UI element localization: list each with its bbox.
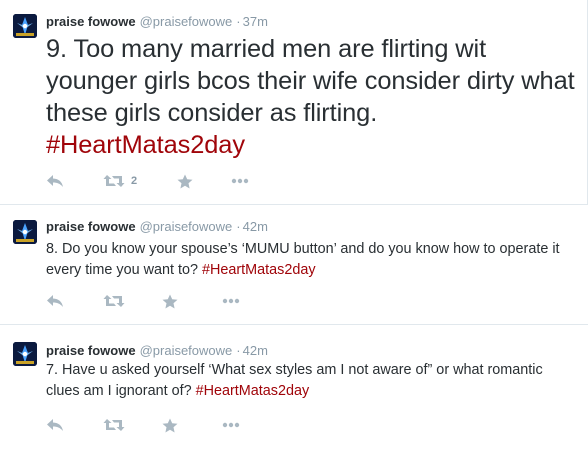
tweet[interactable]: praise fowowe @praisefowowe · 42m 7. Have u… — [0, 325, 588, 451]
tweet-header: praise fowowe @praisefowowe · 37m — [46, 14, 268, 29]
tweet-actions — [46, 415, 346, 435]
reply-icon — [47, 295, 63, 307]
tweet-actions: 2 — [46, 171, 346, 191]
separator: · — [236, 219, 241, 234]
tweet-body: 9. Too many married men are flirting wit… — [46, 35, 575, 127]
favorite-icon — [177, 174, 193, 188]
reply-button[interactable] — [46, 415, 64, 435]
reply-icon — [47, 175, 63, 187]
retweet-icon — [103, 419, 125, 431]
retweet-icon — [103, 175, 125, 187]
separator: · — [236, 14, 241, 29]
tweet-text: 8. Do you know your spouse’s ‘MUMU butto… — [46, 239, 576, 281]
retweet-button[interactable] — [103, 291, 125, 311]
user-handle[interactable]: @praisefowowe — [140, 219, 233, 234]
user-handle[interactable]: @praisefowowe — [140, 343, 233, 358]
retweet-button[interactable]: 2 — [103, 171, 137, 191]
avatar[interactable] — [13, 342, 37, 366]
more-button[interactable] — [222, 291, 240, 311]
tweet[interactable]: praise fowowe @praisefowowe · 37m 9. Too ma… — [0, 0, 588, 205]
tweet-timeline: praise fowowe @praisefowowe · 37m 9. Too ma… — [0, 0, 588, 451]
timestamp[interactable]: 42m — [243, 219, 268, 234]
user-name[interactable]: praise fowowe — [46, 219, 136, 234]
favorite-button[interactable] — [162, 415, 178, 435]
hashtag-link[interactable]: #HeartMatas2day — [46, 131, 245, 159]
tweet-header: praise fowowe @praisefowowe · 42m — [46, 219, 268, 234]
tweet[interactable]: praise fowowe @praisefowowe · 42m 8. Do you… — [0, 205, 588, 325]
user-name[interactable]: praise fowowe — [46, 343, 136, 358]
reply-icon — [47, 419, 63, 431]
more-icon — [222, 422, 240, 428]
favorite-icon — [162, 418, 178, 432]
more-icon — [222, 298, 240, 304]
tweet-text: 7. Have u asked yourself ‘What sex style… — [46, 360, 576, 402]
favorite-button[interactable] — [177, 171, 193, 191]
separator: · — [236, 343, 241, 358]
more-button[interactable] — [231, 171, 249, 191]
timestamp[interactable]: 37m — [243, 14, 268, 29]
favorite-icon — [162, 294, 178, 308]
retweet-icon — [103, 295, 125, 307]
reply-button[interactable] — [46, 171, 64, 191]
hashtag-link[interactable]: #HeartMatas2day — [202, 262, 316, 278]
tweet-actions — [46, 291, 346, 311]
more-icon — [231, 178, 249, 184]
reply-button[interactable] — [46, 291, 64, 311]
user-name[interactable]: praise fowowe — [46, 14, 136, 29]
avatar[interactable] — [13, 14, 37, 38]
user-handle[interactable]: @praisefowowe — [140, 14, 233, 29]
more-button[interactable] — [222, 415, 240, 435]
timestamp[interactable]: 42m — [243, 343, 268, 358]
favorite-button[interactable] — [162, 291, 178, 311]
hashtag-link[interactable]: #HeartMatas2day — [196, 383, 310, 399]
tweet-text: 9. Too many married men are flirting wit… — [46, 33, 576, 161]
avatar[interactable] — [13, 220, 37, 244]
retweet-button[interactable] — [103, 415, 125, 435]
tweet-header: praise fowowe @praisefowowe · 42m — [46, 343, 268, 358]
retweet-count: 2 — [131, 175, 138, 187]
